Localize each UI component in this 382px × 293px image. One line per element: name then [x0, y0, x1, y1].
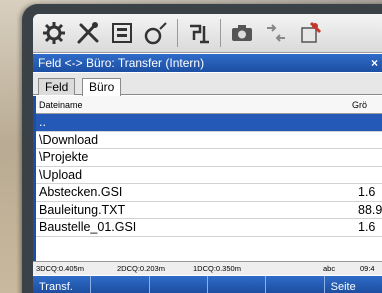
device-screen: Feld <-> Büro: Transfer (Intern) × Feld … [33, 14, 382, 293]
camera-icon[interactable] [227, 18, 257, 48]
file-name: Bauleitung.TXT [39, 202, 126, 217]
file-name: \Download [39, 132, 99, 147]
status-bar: 3DCQ:0.405m 2DCQ:0.203m 1DCQ:0.350m abc … [33, 261, 382, 275]
column-header-size[interactable]: Grö [352, 96, 367, 114]
column-header-name[interactable]: Dateiname [39, 100, 83, 110]
list-item[interactable]: Bauleitung.TXT 88.9 [36, 202, 382, 219]
file-list: Dateiname Grö .. \Download \Projekte \Up… [33, 96, 382, 261]
softkey-2[interactable] [91, 276, 150, 293]
file-size: 88.9 [358, 202, 382, 217]
status-input-mode: abc [323, 264, 336, 273]
file-name: \Upload [39, 167, 83, 182]
antenna-icon[interactable] [184, 18, 214, 48]
close-icon[interactable]: × [371, 54, 378, 72]
measure-icon[interactable] [141, 18, 171, 48]
tab-feld[interactable]: Feld [38, 78, 76, 95]
softkey-transfer[interactable]: Transf. [33, 276, 92, 293]
softkey-4[interactable] [208, 276, 267, 293]
tab-bar: Feld Büro [33, 73, 382, 96]
list-item[interactable]: \Projekte [36, 149, 382, 167]
softkey-3[interactable] [150, 276, 208, 293]
toolbar-separator [177, 19, 178, 47]
gear-icon[interactable] [39, 18, 69, 48]
file-name: \Projekte [39, 150, 89, 164]
list-item[interactable]: .. [36, 114, 382, 132]
file-name: .. [39, 115, 46, 129]
list-item[interactable]: \Download [36, 132, 382, 149]
file-size: 1.6 [358, 220, 376, 234]
config-icon[interactable] [295, 18, 325, 48]
tools-icon[interactable] [73, 18, 103, 48]
file-name: Abstecken.GSI [39, 185, 123, 199]
file-name: Baustelle_01.GSI [39, 220, 137, 234]
list-item[interactable]: Baustelle_01.GSI 1.6 [36, 219, 382, 237]
softkey-page[interactable]: Seite [325, 276, 382, 293]
window-titlebar: Feld <-> Büro: Transfer (Intern) × [33, 54, 382, 72]
status-3dcq: 3DCQ:0.405m [36, 264, 84, 273]
softkey-5[interactable] [266, 276, 325, 293]
list-item[interactable]: \Upload [36, 167, 382, 184]
file-size: 1.6 [358, 185, 376, 199]
status-time: 09:4 [360, 264, 375, 273]
transfer-icon[interactable] [261, 18, 291, 48]
window-title: Feld <-> Büro: Transfer (Intern) [38, 56, 205, 70]
list-header: Dateiname Grö [36, 96, 382, 114]
toolbar-separator [220, 19, 221, 47]
softkey-bar: Transf. Seite [33, 276, 382, 293]
status-2dcq: 2DCQ:0.203m [117, 264, 165, 273]
list-item[interactable]: Abstecken.GSI 1.6 [36, 184, 382, 202]
main-toolbar [33, 14, 382, 53]
tab-buero[interactable]: Büro [82, 78, 122, 96]
survey-icon[interactable] [107, 18, 137, 48]
status-1dcq: 1DCQ:0.350m [193, 264, 241, 273]
